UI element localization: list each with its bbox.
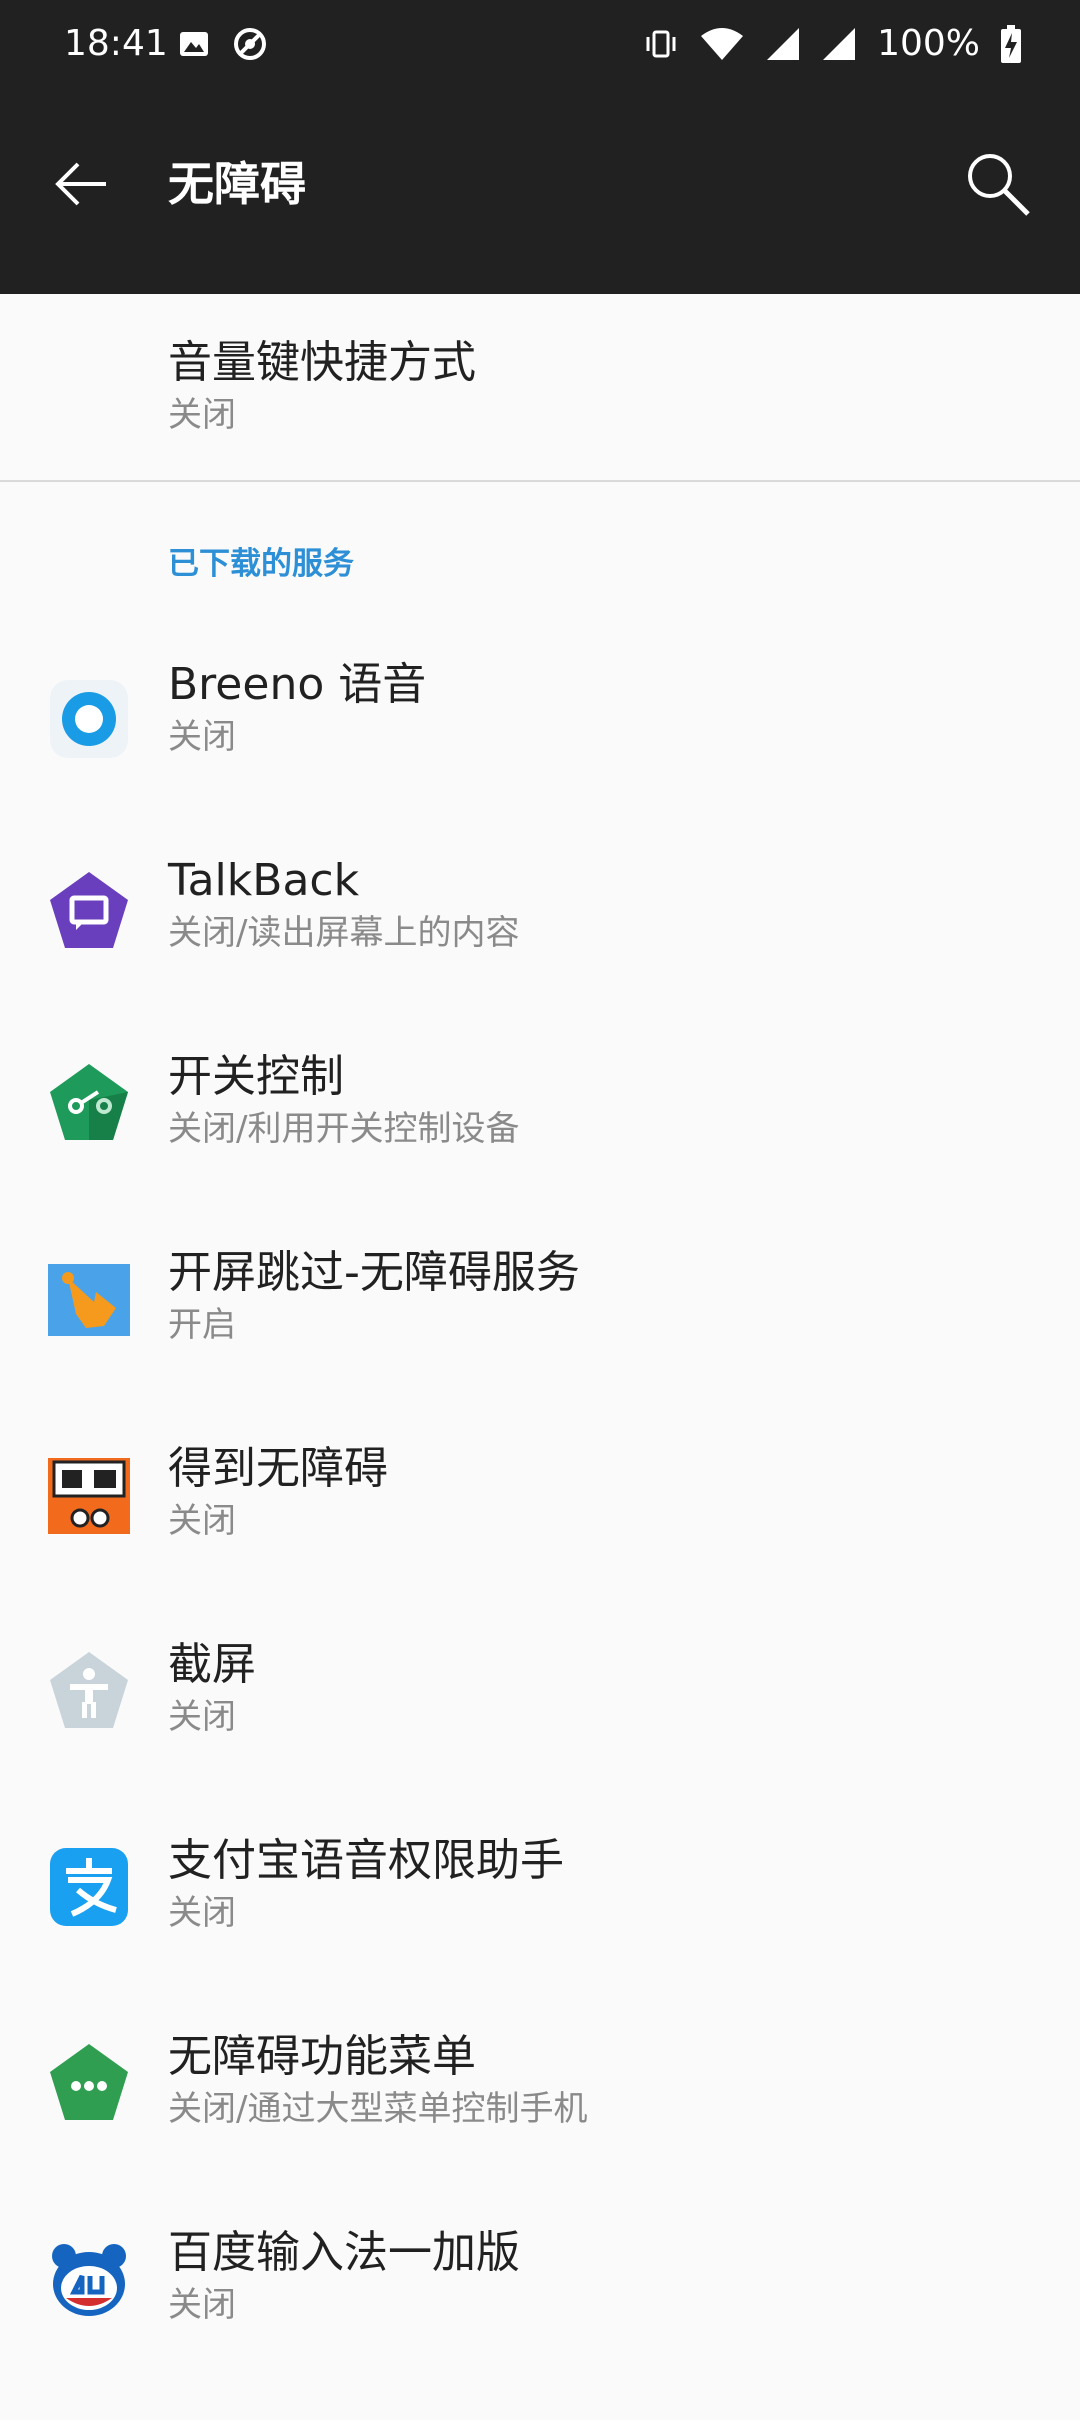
app-bar: 无障碍 xyxy=(0,92,1080,294)
battery-charging-icon xyxy=(1001,25,1021,63)
wifi-icon xyxy=(701,28,744,60)
service-item-screenshot[interactable]: 截屏 关闭 xyxy=(0,1636,1080,1832)
talkback-icon xyxy=(50,872,128,948)
service-item-alipay[interactable]: 支付宝语音权限助手 关闭 xyxy=(0,1832,1080,2028)
image-icon xyxy=(180,32,208,56)
sync-off-icon xyxy=(234,28,266,60)
service-name: 得到无障碍 xyxy=(168,1443,388,1494)
signal-icon-2 xyxy=(823,28,856,60)
status-left-icons xyxy=(178,26,268,62)
status-bar: 18:41 100% xyxy=(0,0,1080,92)
switch-control-icon xyxy=(50,1064,128,1140)
page-title: 无障碍 xyxy=(168,157,306,211)
service-name: 支付宝语音权限助手 xyxy=(168,1835,564,1886)
search-icon[interactable] xyxy=(962,148,1034,220)
breeno-icon xyxy=(50,680,128,758)
service-name: 截屏 xyxy=(168,1639,256,1690)
skip-ad-icon xyxy=(48,1264,130,1336)
battery-percent: 100% xyxy=(877,23,980,64)
service-state: 关闭/通过大型菜单控制手机 xyxy=(168,2089,588,2129)
status-right: 100% xyxy=(643,22,1022,66)
service-item-breeno[interactable]: Breeno 语音 关闭 xyxy=(0,656,1080,852)
service-item-switch-control[interactable]: 开关控制 关闭/利用开关控制设备 xyxy=(0,1048,1080,1244)
service-name: 开关控制 xyxy=(168,1051,344,1102)
service-state: 开启 xyxy=(168,1305,236,1345)
shortcut-title: 音量键快捷方式 xyxy=(168,337,476,388)
signal-icon xyxy=(767,28,800,60)
service-name: Breeno 语音 xyxy=(168,659,427,710)
service-name: 开屏跳过-无障碍服务 xyxy=(168,1247,580,1298)
service-item-baidu-input[interactable]: 百度输入法一加版 关闭 xyxy=(0,2224,1080,2420)
service-state: 关闭/读出屏幕上的内容 xyxy=(168,913,520,953)
service-item-dedao[interactable]: 得到无障碍 关闭 xyxy=(0,1440,1080,1636)
status-time: 18:41 xyxy=(64,23,168,64)
service-state: 关闭 xyxy=(168,2285,236,2325)
service-name: TalkBack xyxy=(168,855,360,906)
alipay-icon xyxy=(50,1848,128,1926)
accessibility-menu-icon xyxy=(50,2044,128,2120)
service-state: 关闭 xyxy=(168,1501,236,1541)
arrow-left-icon[interactable] xyxy=(52,154,112,214)
service-item-talkback[interactable]: TalkBack 关闭/读出屏幕上的内容 xyxy=(0,852,1080,1048)
service-state: 关闭 xyxy=(168,1697,236,1737)
dedao-icon xyxy=(48,1458,130,1534)
service-state: 关闭/利用开关控制设备 xyxy=(168,1109,520,1149)
service-item-accessibility-menu[interactable]: 无障碍功能菜单 关闭/通过大型菜单控制手机 xyxy=(0,2028,1080,2224)
service-name: 百度输入法一加版 xyxy=(168,2227,520,2278)
service-state: 关闭 xyxy=(168,717,236,757)
accessibility-person-icon xyxy=(50,1652,128,1728)
vibrate-icon xyxy=(646,30,676,58)
volume-key-shortcut-row[interactable]: 音量键快捷方式 关闭 xyxy=(0,294,1080,482)
baidu-input-icon xyxy=(52,2244,126,2316)
shortcut-state: 关闭 xyxy=(168,395,236,435)
service-item-skip-ad[interactable]: 开屏跳过-无障碍服务 开启 xyxy=(0,1244,1080,1440)
service-name: 无障碍功能菜单 xyxy=(168,2031,476,2082)
service-state: 关闭 xyxy=(168,1893,236,1933)
section-header-downloaded: 已下载的服务 xyxy=(168,546,354,582)
